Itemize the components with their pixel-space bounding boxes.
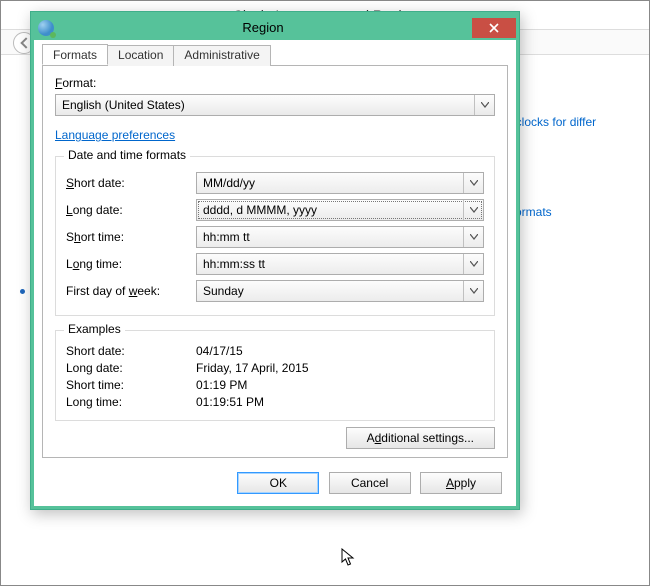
short-time-select[interactable]: hh:mm tt [196, 226, 484, 248]
short-time-label: Short time: [66, 230, 196, 244]
short-date-value: MM/dd/yy [203, 176, 255, 190]
tab-panel-formats: Format: English (United States) Language… [42, 66, 508, 458]
ex-long-date-value: Friday, 17 April, 2015 [196, 361, 484, 375]
tab-location[interactable]: Location [107, 45, 174, 66]
chevron-down-icon [463, 173, 483, 193]
group-examples-legend: Examples [64, 322, 125, 336]
first-day-value: Sunday [203, 284, 244, 298]
long-time-select[interactable]: hh:mm:ss tt [196, 253, 484, 275]
long-time-label: Long time: [66, 257, 196, 271]
tab-administrative[interactable]: Administrative [173, 45, 270, 66]
short-date-select[interactable]: MM/dd/yy [196, 172, 484, 194]
group-date-time-formats-legend: Date and time formats [64, 148, 190, 162]
ex-short-time-label: Short time: [66, 378, 196, 392]
close-button[interactable] [472, 18, 516, 38]
cancel-button[interactable]: Cancel [329, 472, 411, 494]
ex-short-time-value: 01:19 PM [196, 378, 484, 392]
additional-settings-button[interactable]: Additional settings... [346, 427, 495, 449]
long-time-value: hh:mm:ss tt [203, 257, 265, 271]
ex-short-date-value: 04/17/15 [196, 344, 484, 358]
ex-long-time-label: Long time: [66, 395, 196, 409]
first-day-label: First day of week: [66, 284, 196, 298]
chevron-down-icon [463, 227, 483, 247]
close-icon [489, 23, 499, 33]
ex-long-time-value: 01:19:51 PM [196, 395, 484, 409]
short-time-value: hh:mm tt [203, 230, 250, 244]
long-date-label: Long date: [66, 203, 196, 217]
chevron-down-icon [463, 254, 483, 274]
chevron-down-icon [463, 200, 483, 220]
region-icon [38, 20, 54, 36]
long-date-select[interactable]: dddd, d MMMM, yyyy [196, 199, 484, 221]
format-select-value: English (United States) [62, 98, 185, 112]
ex-short-date-label: Short date: [66, 344, 196, 358]
chevron-down-icon [474, 95, 494, 115]
group-date-time-formats: Date and time formats Short date: MM/dd/… [55, 156, 495, 316]
group-examples: Examples Short date: 04/17/15 Long date:… [55, 330, 495, 421]
cursor-icon [341, 548, 357, 568]
dialog-button-row: OK Cancel Apply [34, 464, 516, 506]
apply-button[interactable]: Apply [420, 472, 502, 494]
long-date-value: dddd, d MMMM, yyyy [203, 203, 317, 217]
bullet-icon [20, 289, 25, 294]
titlebar[interactable]: Region [31, 12, 519, 40]
ex-long-date-label: Long date: [66, 361, 196, 375]
tab-formats[interactable]: Formats [42, 44, 108, 65]
dialog-title: Region [54, 20, 472, 35]
first-day-select[interactable]: Sunday [196, 280, 484, 302]
language-preferences-link[interactable]: Language preferences [55, 128, 175, 142]
region-dialog: Region Formats Location Administrative F… [30, 11, 520, 510]
chevron-down-icon [463, 281, 483, 301]
tab-row: Formats Location Administrative [42, 44, 508, 66]
ok-button[interactable]: OK [237, 472, 319, 494]
format-label: Format: [55, 76, 495, 90]
format-select[interactable]: English (United States) [55, 94, 495, 116]
short-date-label: Short date: [66, 176, 196, 190]
